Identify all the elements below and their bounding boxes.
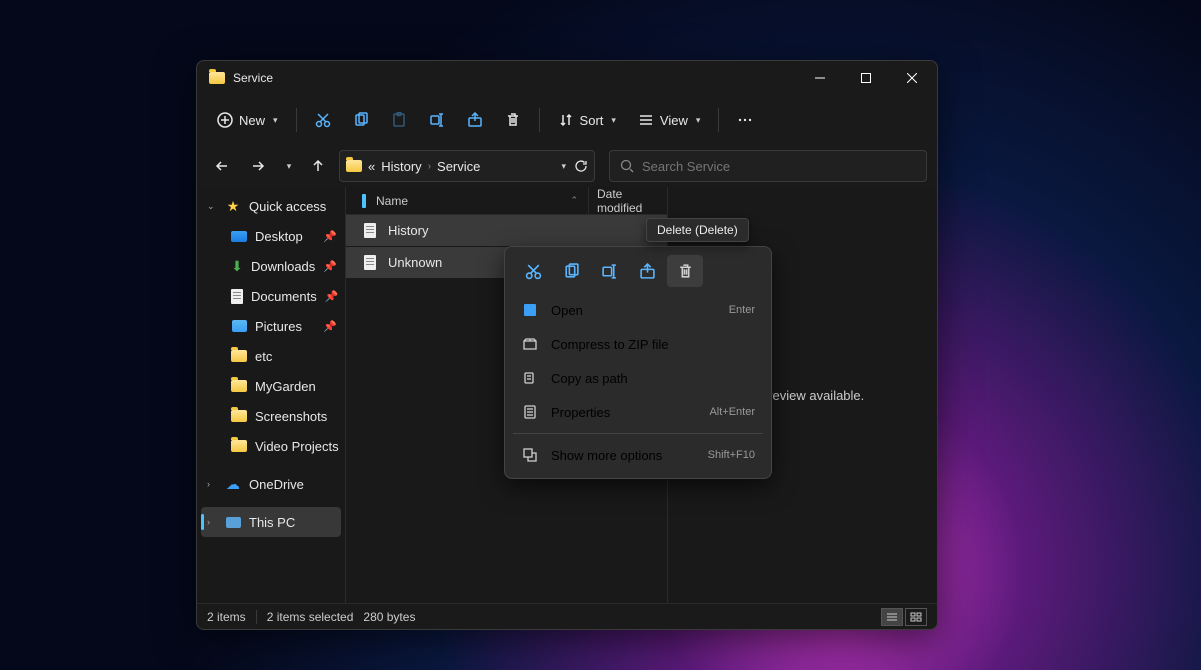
- share-button[interactable]: [457, 102, 493, 138]
- desktop-icon: [231, 231, 247, 242]
- rename-button[interactable]: [419, 102, 455, 138]
- details-view-button[interactable]: [881, 608, 903, 626]
- titlebar: Service: [197, 61, 937, 95]
- sidebar-desktop[interactable]: Desktop📌: [197, 221, 345, 251]
- folder-icon: [231, 380, 247, 392]
- sidebar-quick-access[interactable]: ⌄★Quick access: [197, 191, 345, 221]
- pin-icon: 📌: [323, 230, 337, 243]
- status-selected: 2 items selected: [267, 610, 354, 624]
- status-bar: 2 items 2 items selected 280 bytes: [197, 603, 937, 629]
- document-icon: [231, 289, 243, 304]
- toolbar: New▾ Sort▾ View▾: [197, 95, 937, 145]
- forward-button[interactable]: [243, 151, 273, 181]
- window-title: Service: [233, 71, 273, 85]
- more-button[interactable]: [727, 102, 763, 138]
- minimize-button[interactable]: [797, 62, 843, 94]
- ctx-rename-button[interactable]: [591, 255, 627, 287]
- close-button[interactable]: [889, 62, 935, 94]
- breadcrumb-history[interactable]: History: [381, 159, 421, 174]
- sidebar-onedrive[interactable]: ›☁OneDrive: [197, 469, 345, 499]
- download-icon: ⬇: [231, 258, 243, 274]
- file-icon: [364, 255, 376, 270]
- pictures-icon: [232, 320, 247, 332]
- maximize-button[interactable]: [843, 62, 889, 94]
- search-icon: [620, 159, 634, 173]
- sidebar-mygarden[interactable]: MyGarden: [197, 371, 345, 401]
- refresh-icon[interactable]: [574, 159, 588, 173]
- back-button[interactable]: [207, 151, 237, 181]
- ctx-delete-button[interactable]: [667, 255, 703, 287]
- pin-icon: 📌: [325, 290, 339, 303]
- breadcrumb-service[interactable]: Service: [437, 159, 480, 174]
- copy-path-icon: [521, 370, 539, 386]
- up-button[interactable]: [303, 151, 333, 181]
- ctx-copy-path[interactable]: Copy as path: [511, 361, 765, 395]
- delete-tooltip: Delete (Delete): [646, 218, 749, 242]
- column-date[interactable]: Date modified: [588, 187, 667, 215]
- sidebar-this-pc[interactable]: ›This PC: [201, 507, 341, 537]
- folder-icon: [231, 350, 247, 362]
- cut-button[interactable]: [305, 102, 341, 138]
- zip-icon: [521, 336, 539, 352]
- ctx-cut-button[interactable]: [515, 255, 551, 287]
- delete-button[interactable]: [495, 102, 531, 138]
- open-icon: [521, 302, 539, 318]
- sort-label: Sort: [580, 113, 604, 128]
- file-row-history[interactable]: History: [346, 215, 667, 247]
- sidebar-downloads[interactable]: ⬇Downloads📌: [197, 251, 345, 281]
- chevron-down-icon[interactable]: ▾: [561, 161, 566, 172]
- properties-icon: [521, 404, 539, 420]
- sort-button[interactable]: Sort▾: [548, 102, 626, 138]
- status-size: 280 bytes: [363, 610, 415, 624]
- new-button[interactable]: New▾: [207, 102, 288, 138]
- star-icon: ★: [225, 198, 241, 214]
- status-items: 2 items: [207, 610, 246, 624]
- sidebar: ⌄★Quick access Desktop📌 ⬇Downloads📌 Docu…: [197, 187, 345, 603]
- thumbnails-view-button[interactable]: [905, 608, 927, 626]
- view-label: View: [660, 113, 688, 128]
- cloud-icon: ☁: [225, 476, 241, 492]
- pc-icon: [226, 517, 241, 528]
- breadcrumb-prefix: «: [368, 159, 375, 174]
- ctx-show-more[interactable]: Show more optionsShift+F10: [511, 438, 765, 472]
- new-label: New: [239, 113, 265, 128]
- ctx-copy-button[interactable]: [553, 255, 589, 287]
- search-input[interactable]: [642, 159, 916, 174]
- column-name[interactable]: Name⌃: [346, 194, 588, 208]
- search-box[interactable]: [609, 150, 927, 182]
- sidebar-etc[interactable]: etc: [197, 341, 345, 371]
- file-icon: [364, 223, 376, 238]
- sidebar-video-projects[interactable]: Video Projects: [197, 431, 345, 461]
- context-menu: OpenEnter Compress to ZIP file Copy as p…: [504, 246, 772, 479]
- sidebar-screenshots[interactable]: Screenshots: [197, 401, 345, 431]
- folder-icon: [346, 160, 362, 172]
- sidebar-pictures[interactable]: Pictures📌: [197, 311, 345, 341]
- address-bar[interactable]: « History › Service ▾: [339, 150, 595, 182]
- ctx-open[interactable]: OpenEnter: [511, 293, 765, 327]
- recent-button[interactable]: ▾: [279, 151, 297, 181]
- more-options-icon: [521, 447, 539, 463]
- ctx-properties[interactable]: PropertiesAlt+Enter: [511, 395, 765, 429]
- folder-icon: [231, 440, 247, 452]
- navbar: ▾ « History › Service ▾: [197, 145, 937, 187]
- folder-icon: [209, 72, 225, 84]
- ctx-share-button[interactable]: [629, 255, 665, 287]
- sidebar-documents[interactable]: Documents📌: [197, 281, 345, 311]
- pin-icon: 📌: [323, 320, 337, 333]
- folder-icon: [231, 410, 247, 422]
- ctx-zip[interactable]: Compress to ZIP file: [511, 327, 765, 361]
- view-button[interactable]: View▾: [628, 102, 710, 138]
- pin-icon: 📌: [323, 260, 337, 273]
- copy-button[interactable]: [343, 102, 379, 138]
- paste-button[interactable]: [381, 102, 417, 138]
